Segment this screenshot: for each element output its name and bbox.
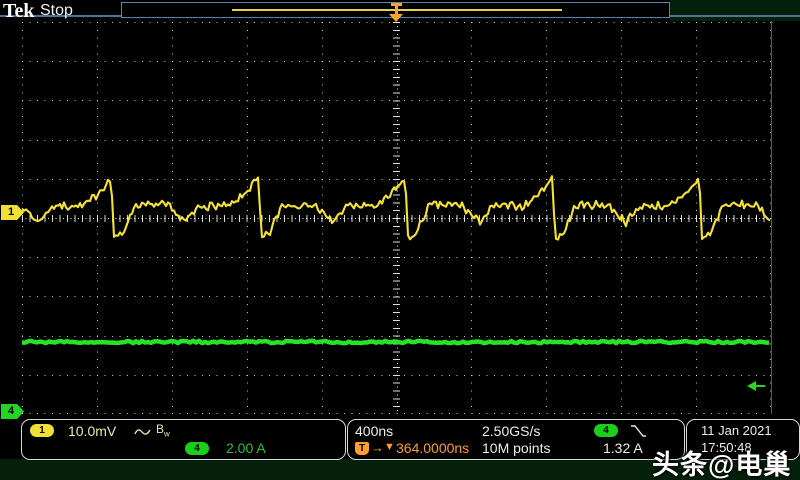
oscilloscope-screen: Tek Stop T 1 4 1 10.0mV Bw 4 2.00 A 400n… (0, 0, 800, 480)
sample-rate-readout: 2.50GS/s (482, 423, 541, 439)
trigger-delay-readout[interactable]: 364.0000ns (396, 440, 469, 456)
date-readout: 11 Jan 2021 (701, 423, 772, 438)
timebase-readout[interactable]: 400ns (355, 423, 393, 439)
tek-logo: Tek (3, 0, 35, 22)
channel-readout-box: 1 10.0mV Bw 4 2.00 A (21, 419, 346, 460)
trigger-delay-badge: T (355, 442, 369, 455)
trigger-slope-falling-icon (631, 425, 646, 437)
trace-layer (22, 175, 771, 346)
bw-sub: w (164, 429, 170, 439)
ch4-trace[interactable] (22, 338, 770, 346)
ch4-scale-readout[interactable]: 2.00 A (226, 440, 266, 456)
ch4-badge[interactable]: 4 (185, 442, 209, 455)
trigger-level-tail (756, 385, 765, 387)
trigger-source-badge[interactable]: 4 (594, 424, 618, 437)
expansion-point-icon[interactable] (389, 3, 404, 22)
ch1-trace[interactable] (22, 175, 771, 241)
bw-letter: B (156, 422, 165, 436)
record-length-readout: 10M points (482, 440, 551, 456)
trigger-delay-arrow: → (371, 440, 384, 455)
acquisition-status[interactable]: Stop (40, 2, 73, 20)
trigger-level-readout[interactable]: 1.32 A (603, 440, 643, 456)
trigger-level-arrowhead (747, 381, 756, 391)
top-right-tint (670, 0, 800, 21)
ch1-scale-readout[interactable]: 10.0mV (68, 423, 116, 439)
watermark: 头条@电巢 (652, 450, 792, 480)
ch1-badge[interactable]: 1 (30, 424, 54, 437)
ac-coupling-icon (134, 429, 151, 435)
bandwidth-limit-icon: Bw (156, 422, 170, 438)
trigger-level-arrow-icon[interactable] (747, 381, 766, 392)
trigger-delay-marker: ▼ (384, 441, 395, 453)
horizontal-trigger-readout-box: 400ns 2.50GS/s 4 T → ▼ 364.0000ns 10M po… (347, 419, 685, 460)
